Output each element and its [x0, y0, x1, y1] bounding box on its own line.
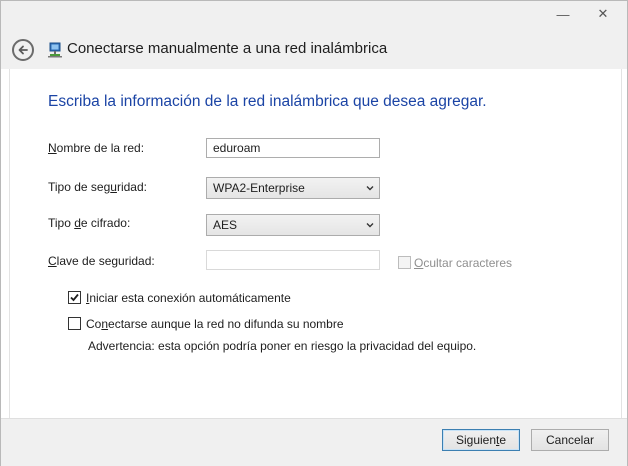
security-key-label: Clave de seguridad:	[48, 254, 155, 268]
security-key-input[interactable]	[206, 250, 380, 270]
encryption-type-select[interactable]: AES	[206, 214, 380, 236]
next-button[interactable]: Siguiente	[442, 429, 520, 451]
close-icon: ✕	[597, 6, 609, 21]
form-panel: Escriba la información de la red inalámb…	[9, 69, 622, 418]
dialog-footer: Siguiente Cancelar	[1, 418, 627, 466]
close-button[interactable]: ✕	[588, 1, 618, 27]
network-name-input[interactable]: eduroam	[206, 138, 380, 158]
chevron-down-icon	[366, 186, 374, 191]
connect-hidden-network-checkbox[interactable]	[68, 317, 81, 330]
chevron-down-icon	[366, 223, 374, 228]
security-type-value: WPA2-Enterprise	[213, 181, 305, 195]
hide-characters-label: Ocultar caracteres	[414, 256, 513, 270]
minimize-icon: —	[556, 6, 570, 22]
encryption-type-value: AES	[213, 218, 238, 232]
back-button[interactable]	[12, 39, 34, 61]
cancel-button[interactable]: Cancelar	[531, 429, 609, 451]
auto-connect-label: Iniciar esta conexión automáticamente	[86, 291, 291, 305]
network-name-label: Nombre de la red:	[48, 141, 145, 155]
checkmark-icon	[70, 293, 79, 302]
connect-hidden-network-label: Conectarse aunque la red no difunda su n…	[86, 317, 344, 331]
title-bar: — ✕	[1, 1, 627, 31]
back-arrow-icon	[18, 45, 28, 55]
hide-characters-checkbox[interactable]	[398, 256, 411, 269]
security-type-select[interactable]: WPA2-Enterprise	[206, 177, 380, 199]
minimize-button[interactable]: —	[548, 1, 578, 27]
dialog-title: Conectarse manualmente a una red inalámb…	[67, 40, 388, 57]
security-type-label: Tipo de seguridad:	[48, 180, 147, 194]
wireless-network-icon	[48, 42, 62, 58]
dialog-window: — ✕ Conectarse manualmente a una red ina…	[0, 0, 628, 466]
auto-connect-checkbox[interactable]	[68, 291, 81, 304]
privacy-warning-text: Advertencia: esta opción podría poner en…	[88, 339, 477, 353]
dialog-header: Conectarse manualmente a una red inalámb…	[1, 31, 627, 69]
encryption-type-label: Tipo de cifrado:	[48, 216, 131, 230]
instruction-text: Escriba la información de la red inalámb…	[48, 93, 487, 110]
